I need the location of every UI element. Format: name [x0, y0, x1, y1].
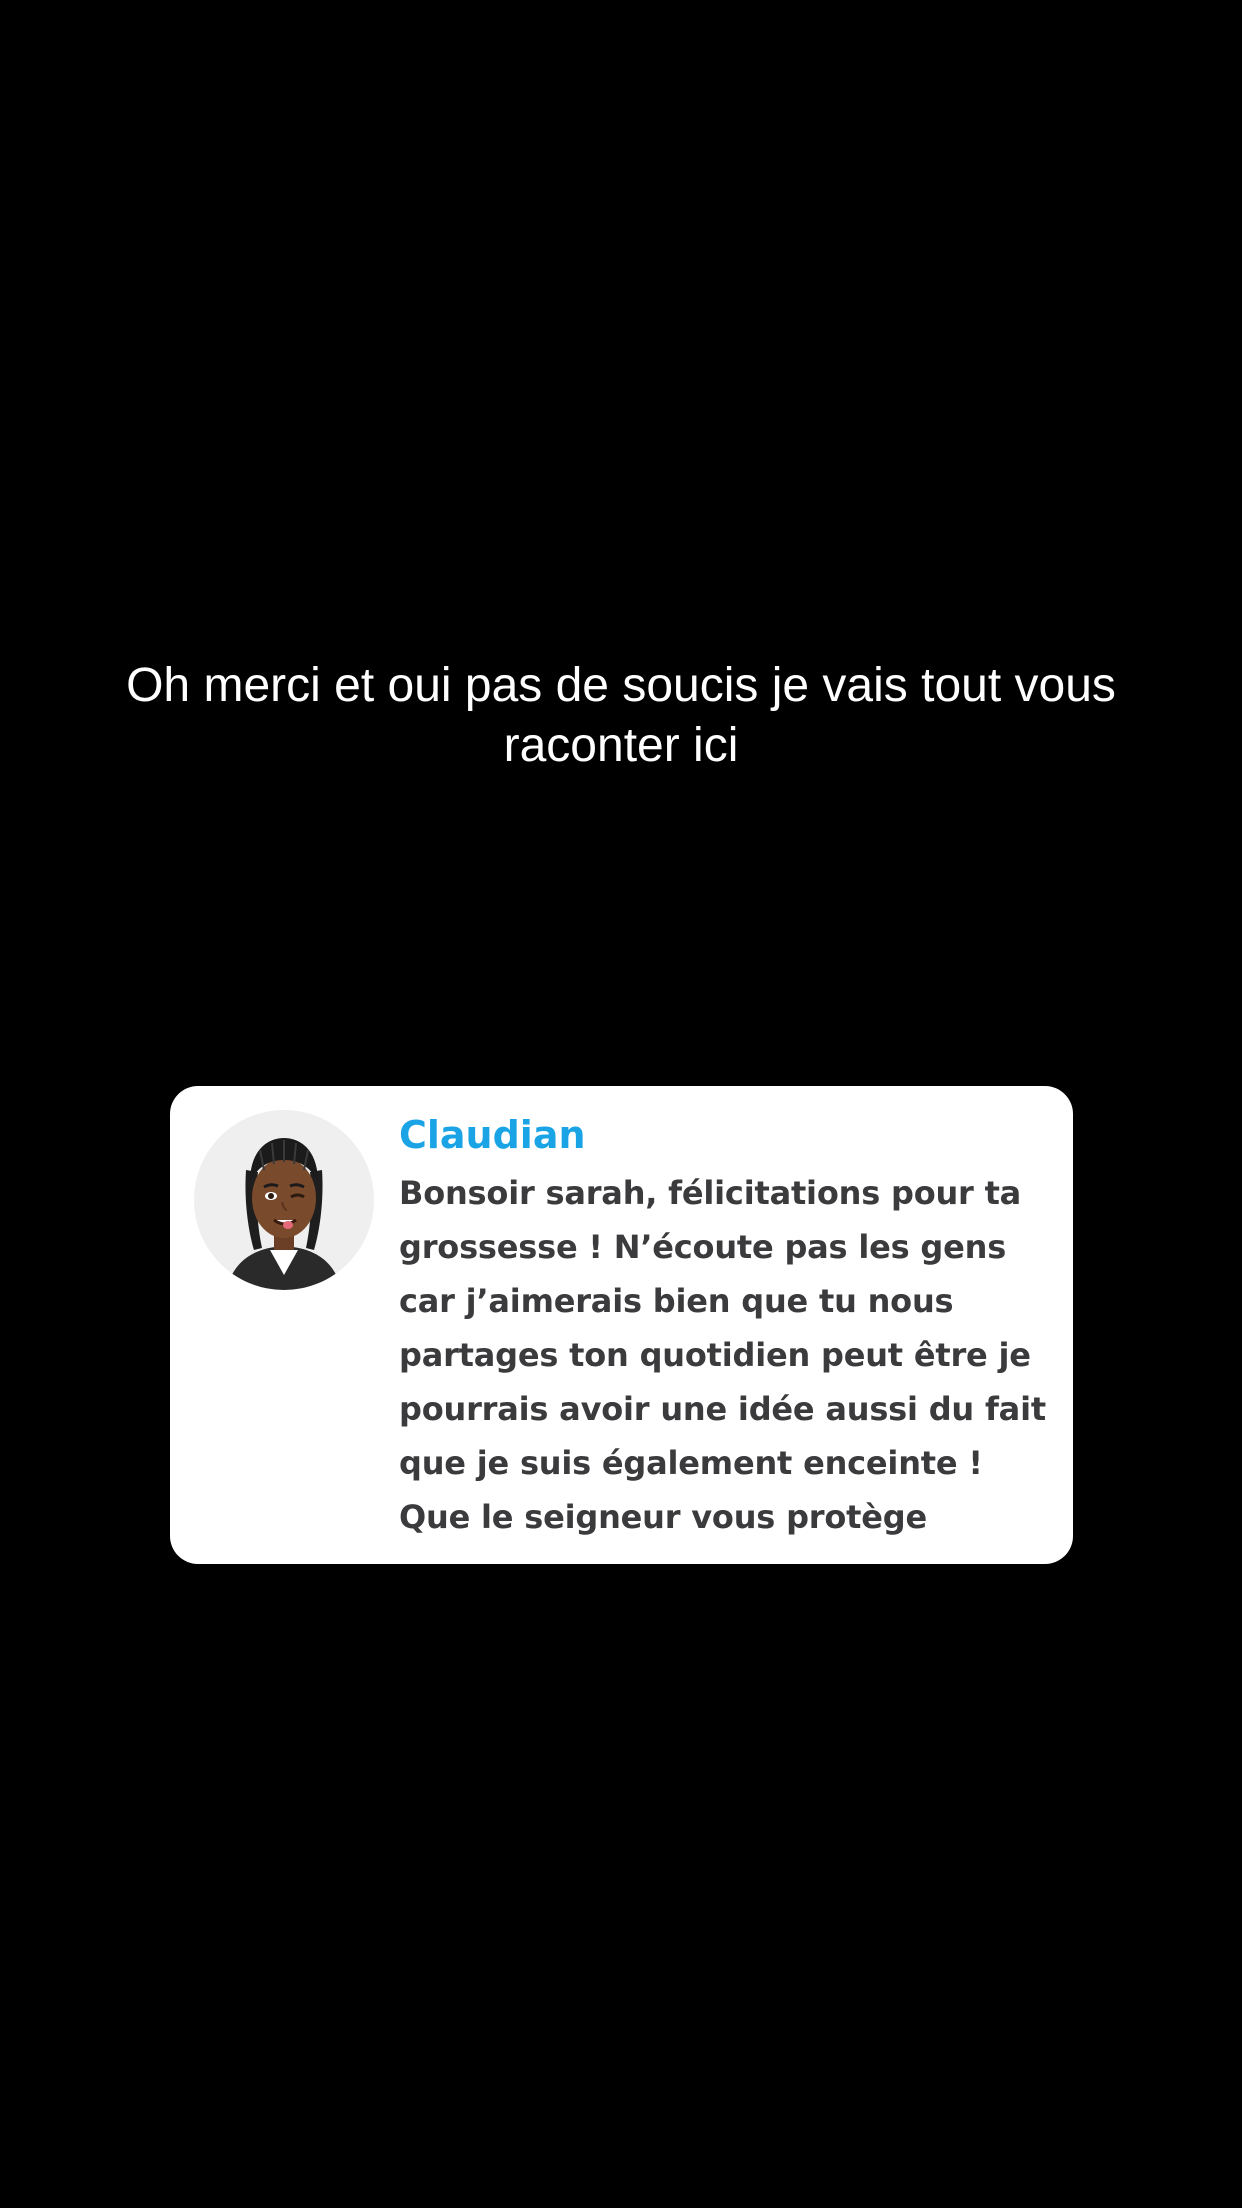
bitmoji-avatar-icon: [194, 1110, 374, 1290]
comment-reply-card[interactable]: Claudian Bonsoir sarah, félicitations po…: [170, 1086, 1073, 1564]
comment-author-name: Claudian: [399, 1113, 586, 1157]
story-caption: Oh merci et oui pas de soucis je vais to…: [126, 659, 1116, 772]
story-screen: { "caption": { "text": "Oh merci et oui …: [0, 0, 1242, 2208]
comment-message-text: Bonsoir sarah, félicitations pour ta gro…: [399, 1174, 1046, 1536]
avatar-illustration: [194, 1110, 374, 1290]
